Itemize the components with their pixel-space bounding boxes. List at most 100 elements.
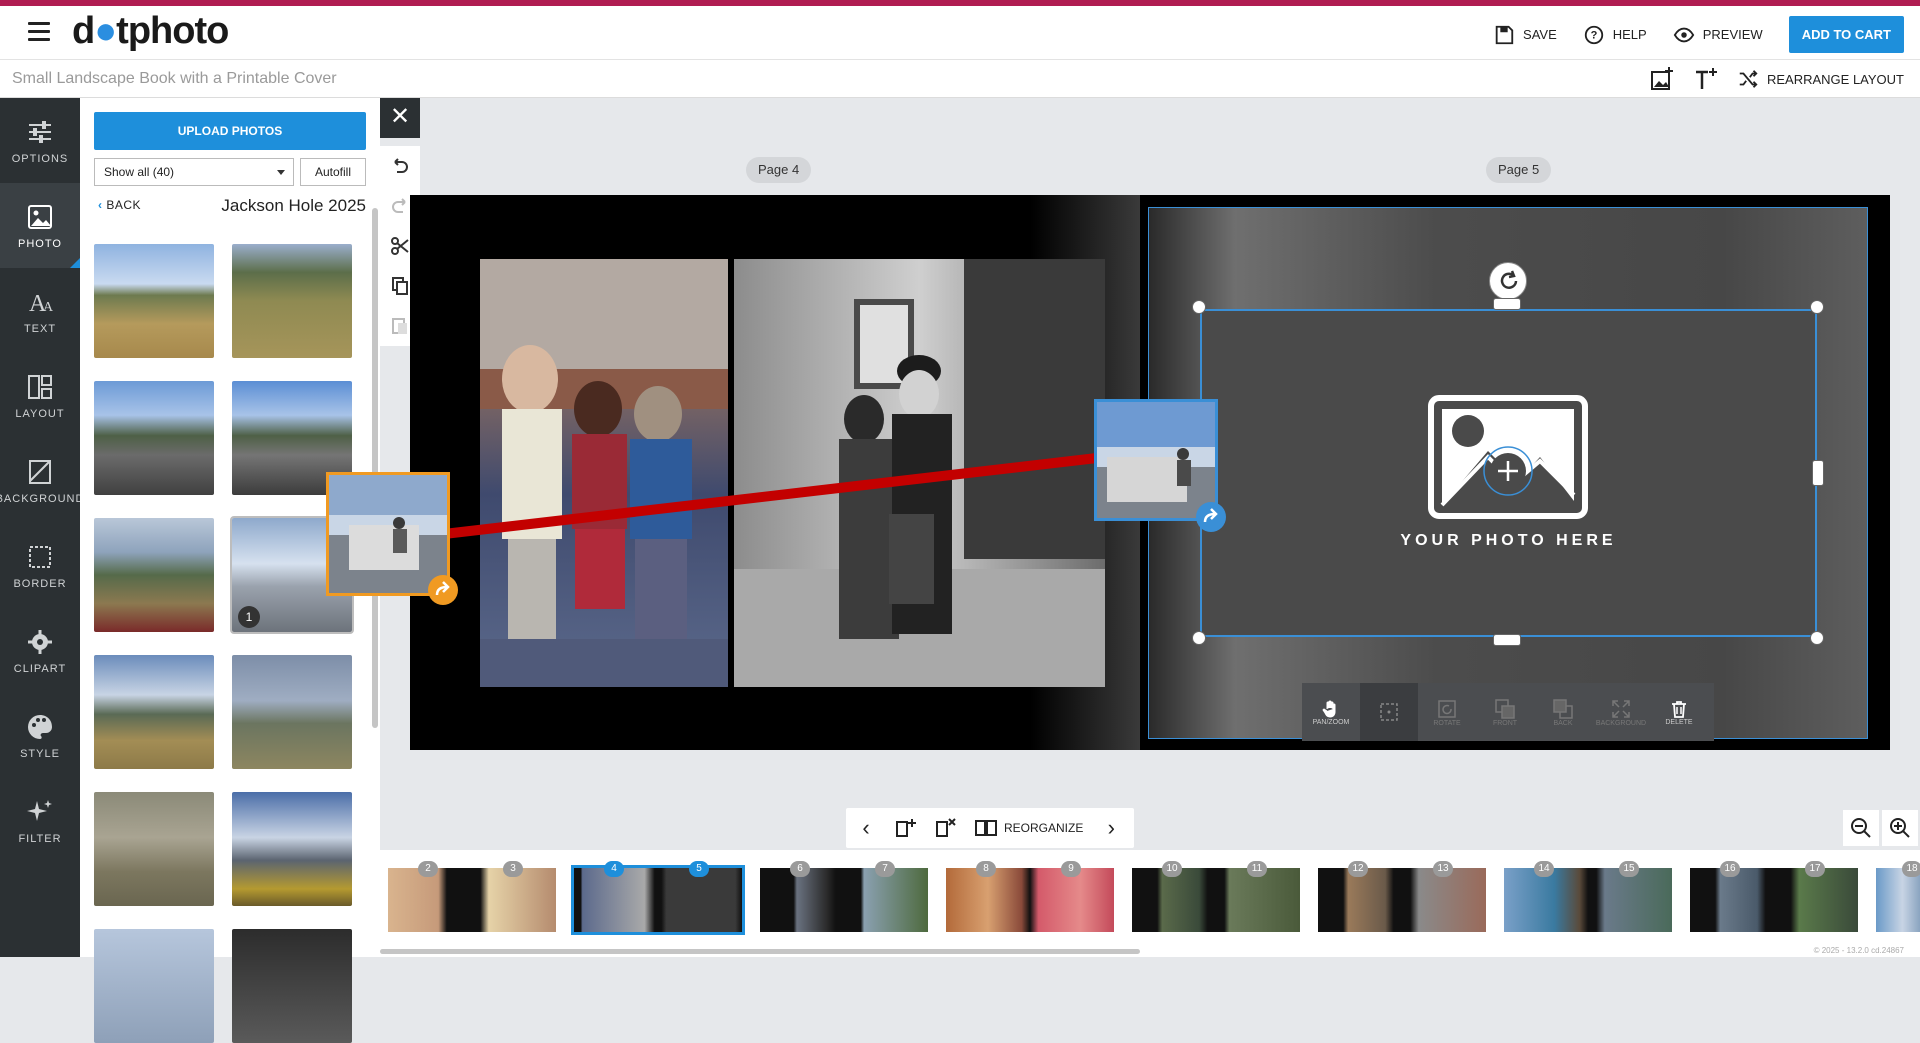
nav-background[interactable]: BACKGROUND <box>0 438 83 523</box>
back-layer-button[interactable]: BACK <box>1534 683 1592 741</box>
zoom-out-icon <box>1851 818 1871 838</box>
photo-thumb[interactable] <box>94 655 214 769</box>
add-text-icon[interactable] <box>1693 66 1719 92</box>
remove-page-button[interactable] <box>926 808 966 848</box>
help-button[interactable]: ? HELP <box>1583 24 1647 46</box>
page-label-right: Page 5 <box>1486 157 1552 183</box>
nav-style[interactable]: STYLE <box>0 693 80 778</box>
nav-options[interactable]: OPTIONS <box>0 98 80 183</box>
rotate-button[interactable]: ROTATE <box>1418 683 1476 741</box>
nav-text[interactable]: AA TEXT <box>0 268 80 353</box>
forward-arrow-icon <box>435 581 450 596</box>
zoom-in-button[interactable] <box>1882 810 1918 846</box>
delete-label: DELETE <box>1665 718 1693 726</box>
close-panel-button[interactable]: ✕ <box>380 98 420 138</box>
nav-filter-label: FILTER <box>18 832 62 845</box>
rearrange-layout-label: REARRANGE LAYOUT <box>1766 71 1904 87</box>
next-page-button[interactable]: › <box>1091 808 1131 848</box>
page-number-badge: 2 <box>418 861 438 877</box>
photo-panel-scrollbar[interactable] <box>372 208 378 728</box>
resize-handle-sw[interactable] <box>1192 631 1206 645</box>
resize-handle-s[interactable] <box>1493 634 1521 646</box>
spread-thumb[interactable] <box>760 868 928 932</box>
drag-arrow-badge <box>428 575 458 605</box>
hand-icon <box>1322 700 1336 718</box>
pan-zoom-button[interactable]: PAN/ZOOM <box>1302 683 1360 741</box>
project-title[interactable]: Small Landscape Book with a Printable Co… <box>12 70 337 88</box>
reorganize-button[interactable]: REORGANIZE <box>966 808 1091 848</box>
add-to-cart-button[interactable]: ADD TO CART <box>1788 16 1904 53</box>
caret-down-icon <box>277 170 285 175</box>
zoom-out-button[interactable] <box>1843 810 1879 846</box>
page4-photo-right[interactable] <box>734 259 1105 687</box>
nav-options-label: OPTIONS <box>11 152 69 165</box>
photo-thumb[interactable] <box>232 655 352 769</box>
undo-button[interactable] <box>380 146 420 186</box>
photo-thumb[interactable] <box>94 518 214 632</box>
delete-button[interactable]: DELETE <box>1650 683 1708 741</box>
spread-thumb-active[interactable] <box>571 865 745 935</box>
usage-count-badge: 1 <box>238 606 260 628</box>
crop-icon <box>1380 703 1398 721</box>
reorganize-label: REORGANIZE <box>1004 821 1084 835</box>
page-label-left: Page 4 <box>746 157 812 183</box>
photo-thumb[interactable] <box>94 381 214 495</box>
photo-filter-select[interactable]: Show all (40) <box>94 158 294 186</box>
nav-filter[interactable]: FILTER <box>0 778 80 863</box>
nav-layout[interactable]: LAYOUT <box>0 353 80 438</box>
spread-thumb[interactable] <box>1132 868 1300 932</box>
image-placeholder-icon <box>1428 395 1588 519</box>
spread-thumb[interactable] <box>946 868 1114 932</box>
photo-thumb[interactable] <box>232 244 352 358</box>
photo-thumb[interactable] <box>94 792 214 906</box>
close-icon: ✕ <box>389 103 411 130</box>
filmstrip-scrollbar[interactable] <box>380 949 1140 954</box>
nav-clipart[interactable]: CLIPART <box>0 608 80 693</box>
undo-icon <box>394 158 408 173</box>
background-button[interactable]: BACKGROUND <box>1592 683 1650 741</box>
front-button[interactable]: FRONT <box>1476 683 1534 741</box>
crop-button[interactable] <box>1360 683 1418 741</box>
scissors-icon <box>391 237 409 255</box>
logo[interactable]: d●tphoto <box>72 10 229 53</box>
rotate-handle[interactable] <box>1489 262 1527 300</box>
resize-handle-e[interactable] <box>1812 460 1824 486</box>
page-controls: ‹ REORGANIZE › <box>846 808 1134 848</box>
page-number-badge: 3 <box>503 861 523 877</box>
help-label: HELP <box>1612 27 1647 42</box>
photo-thumb[interactable] <box>94 244 214 358</box>
resize-handle-n[interactable] <box>1493 298 1521 310</box>
nav-border[interactable]: BORDER <box>0 523 80 608</box>
photo-thumb[interactable] <box>232 929 352 1043</box>
resize-handle-se[interactable] <box>1810 631 1824 645</box>
spread-thumb[interactable] <box>1876 868 1920 932</box>
resize-handle-ne[interactable] <box>1810 300 1824 314</box>
upload-photos-button[interactable]: UPLOAD PHOTOS <box>94 112 366 150</box>
spread-thumb[interactable] <box>388 868 556 932</box>
menu-icon[interactable] <box>28 22 50 42</box>
resize-handle-nw[interactable] <box>1192 300 1206 314</box>
rearrange-layout-button[interactable]: REARRANGE LAYOUT <box>1737 68 1904 90</box>
add-photo-icon[interactable] <box>1649 66 1675 92</box>
zoom-in-icon <box>1890 818 1910 838</box>
nav-layout-label: LAYOUT <box>15 407 65 420</box>
photo-thumb[interactable] <box>94 929 214 1043</box>
nav-photo[interactable]: PHOTO <box>0 183 80 268</box>
preview-button[interactable]: PREVIEW <box>1673 24 1763 46</box>
save-button[interactable]: SAVE <box>1493 24 1557 46</box>
back-button[interactable]: ‹ BACK <box>98 198 141 212</box>
spread-thumb[interactable] <box>1504 868 1672 932</box>
page-number-badge: 15 <box>1619 861 1639 877</box>
spread-thumb[interactable] <box>1690 868 1858 932</box>
back-label: BACK <box>106 198 142 212</box>
photo-placeholder-frame[interactable] <box>1200 309 1817 637</box>
border-icon <box>29 545 51 568</box>
project-bar: Small Landscape Book with a Printable Co… <box>0 60 1920 98</box>
add-page-button[interactable] <box>886 808 926 848</box>
autofill-button[interactable]: Autofill <box>300 158 366 186</box>
spread-thumb[interactable] <box>1318 868 1486 932</box>
page4-photo-left[interactable] <box>480 259 728 687</box>
photo-thumb[interactable] <box>232 792 352 906</box>
album-title: Jackson Hole 2025 <box>221 196 366 215</box>
prev-page-button[interactable]: ‹ <box>846 808 886 848</box>
